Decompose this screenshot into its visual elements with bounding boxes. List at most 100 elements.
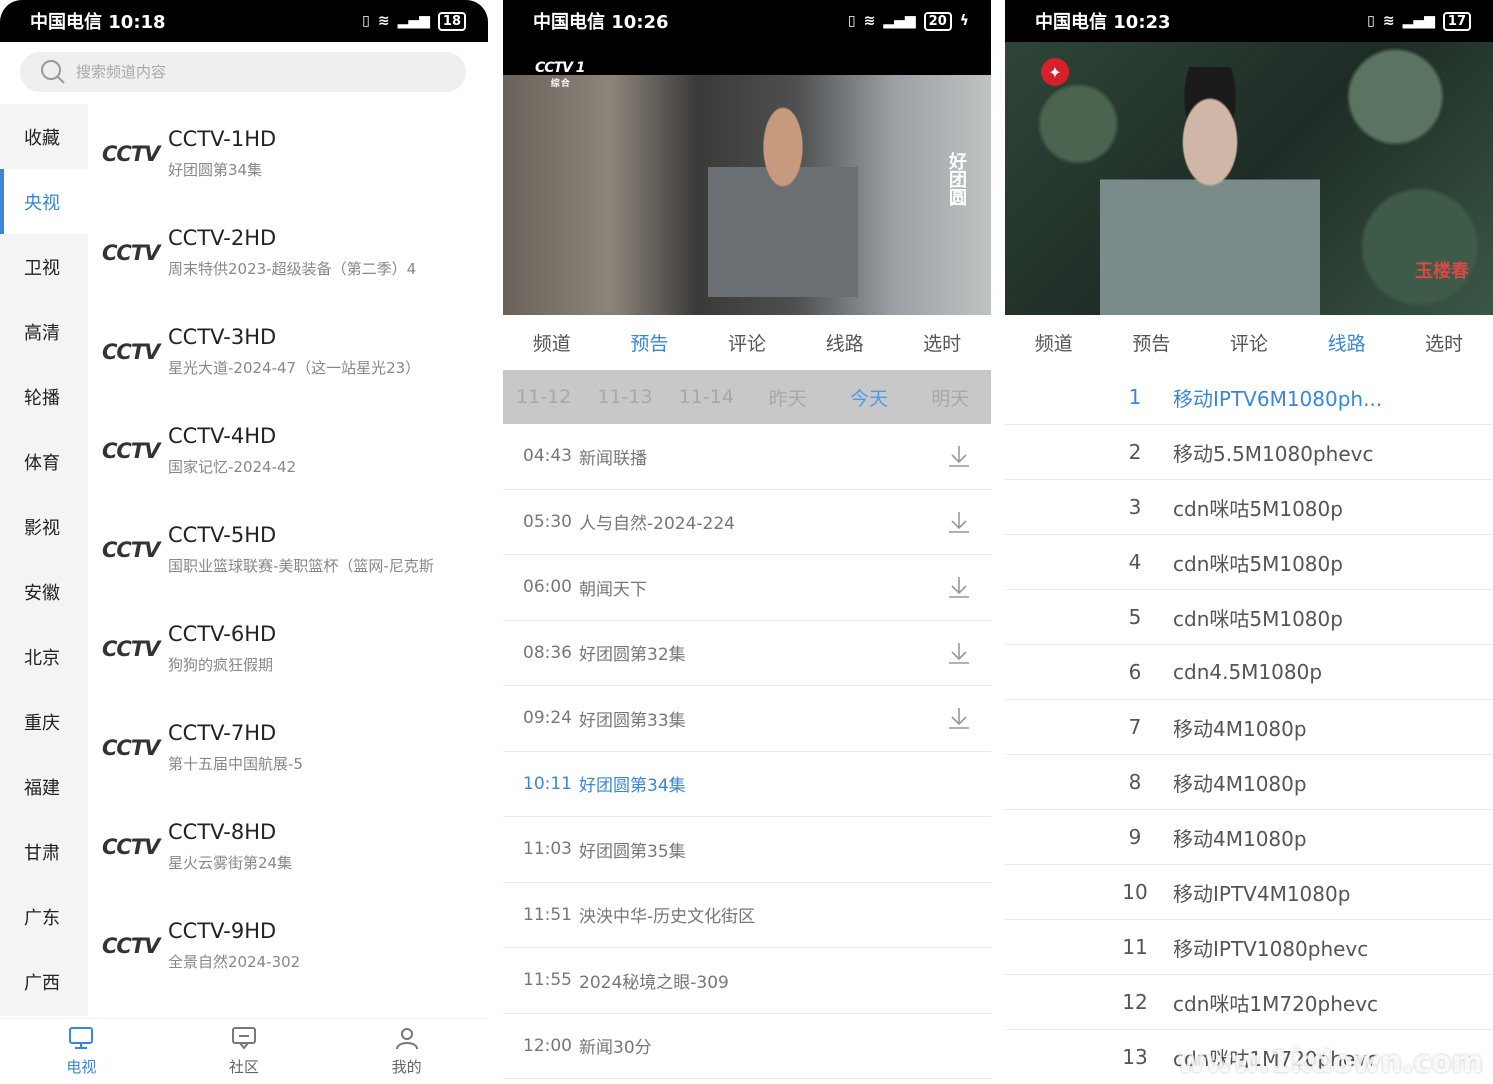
- download-icon[interactable]: [947, 575, 971, 599]
- category-item[interactable]: 广西: [0, 949, 88, 1014]
- epg-title: 好团圆第35集: [579, 841, 686, 862]
- channel-row[interactable]: CCTV CCTV-1HD 好团圆第34集: [88, 104, 488, 203]
- channel-row[interactable]: CCTV CCTV-3HD 星光大道-2024-47（这一站星光23）: [88, 302, 488, 401]
- channel-row[interactable]: CCTV CCTV-4HD 国家记忆-2024-42: [88, 401, 488, 500]
- tab-item[interactable]: 选时: [893, 315, 991, 370]
- download-icon[interactable]: [947, 706, 971, 730]
- tab-item[interactable]: 频道: [1005, 315, 1103, 370]
- line-row[interactable]: 9 移动4M1080p: [1005, 810, 1493, 865]
- line-row[interactable]: 3 cdn咪咕5M1080p: [1005, 480, 1493, 535]
- category-item[interactable]: 影视: [0, 494, 88, 559]
- epg-row[interactable]: 11:55 2024秘境之眼-309: [503, 948, 991, 1014]
- epg-row[interactable]: 06:00 朝闻天下: [503, 555, 991, 621]
- epg-time: 11:03: [523, 839, 572, 860]
- nav-label: 电视: [66, 1058, 97, 1076]
- video-player[interactable]: ✦ 玉楼春: [1005, 42, 1493, 315]
- line-row[interactable]: 10 移动IPTV4M1080p: [1005, 865, 1493, 920]
- download-icon[interactable]: [947, 510, 971, 534]
- channel-row[interactable]: CCTV CCTV-7HD 第十五届中国航展-5: [88, 698, 488, 797]
- search-bar[interactable]: [20, 52, 466, 92]
- channel-row[interactable]: CCTV CCTV-6HD 狗狗的疯狂假期: [88, 599, 488, 698]
- search-input[interactable]: [76, 63, 416, 81]
- nav-item-chat[interactable]: 社区: [163, 1019, 326, 1084]
- line-row[interactable]: 1 移动IPTV6M1080ph...: [1005, 370, 1493, 425]
- category-item[interactable]: 重庆: [0, 689, 88, 754]
- line-row[interactable]: 6 cdn4.5M1080p: [1005, 645, 1493, 700]
- vibrate-icon: ▯: [362, 13, 370, 29]
- channel-text: CCTV-6HD 狗狗的疯狂假期: [168, 622, 468, 675]
- epg-row[interactable]: 11:51 泱泱中华-历史文化街区: [503, 883, 991, 948]
- epg-time: 06:00: [523, 577, 572, 598]
- date-strip: 11-12 11-13 11-14 昨天 今天 明天: [503, 370, 991, 424]
- category-item[interactable]: 卫视: [0, 234, 88, 299]
- tab-item[interactable]: 频道: [503, 315, 601, 370]
- line-row[interactable]: 5 cdn咪咕5M1080p: [1005, 590, 1493, 645]
- category-item[interactable]: 高清: [0, 299, 88, 364]
- tab-item[interactable]: 预告: [1103, 315, 1201, 370]
- source-lines-screen: 中国电信 10:23 ▯ ≋ ▂▄▆ 17 ✦ 玉楼春 频道 预告 评论 线路 选时 1…: [1005, 0, 1493, 1084]
- tab-item[interactable]: 预告: [601, 315, 699, 370]
- epg-row[interactable]: 12:00 新闻30分: [503, 1014, 991, 1079]
- channel-name: CCTV-6HD: [168, 622, 277, 646]
- channel-mark-text: CCTV 1: [535, 60, 586, 76]
- line-row[interactable]: 11 移动IPTV1080phevc: [1005, 920, 1493, 975]
- player-tabs: 频道 预告 评论 线路 选时: [1005, 315, 1493, 370]
- line-number: 8: [1128, 770, 1142, 794]
- category-item[interactable]: 广东: [0, 884, 88, 949]
- epg-time: 10:11: [523, 773, 572, 794]
- status-bar: 中国电信 10:26 ▯ ≋ ▂▄▆ 20 ϟ: [503, 0, 991, 42]
- cctv-logo: CCTV: [102, 240, 160, 265]
- line-row[interactable]: 7 移动4M1080p: [1005, 700, 1493, 755]
- nav-item-user[interactable]: 我的: [325, 1019, 488, 1084]
- player-tabs: 频道 预告 评论 线路 选时: [503, 315, 991, 370]
- battery-icon: 18: [437, 11, 466, 31]
- line-name: cdn4.5M1080p: [1173, 660, 1323, 684]
- cctv-logo: CCTV: [102, 141, 160, 166]
- cctv-logo: CCTV: [102, 537, 160, 562]
- download-icon[interactable]: [947, 444, 971, 468]
- category-item[interactable]: 福建: [0, 754, 88, 819]
- line-name: cdn咪咕5M1080p: [1173, 551, 1343, 576]
- category-item[interactable]: 甘肃: [0, 819, 88, 884]
- date-item[interactable]: 11-13: [584, 386, 665, 408]
- date-item[interactable]: 11-12: [503, 386, 584, 408]
- tab-item[interactable]: 线路: [1298, 315, 1396, 370]
- category-item[interactable]: 安徽: [0, 559, 88, 624]
- epg-row[interactable]: 04:43 新闻联播: [503, 424, 991, 490]
- channel-row[interactable]: CCTV CCTV-9HD 全景自然2024-302: [88, 896, 488, 995]
- date-item[interactable]: 11-14: [666, 386, 747, 408]
- category-item[interactable]: 央视: [0, 169, 88, 234]
- line-number: 12: [1122, 990, 1148, 1014]
- epg-row[interactable]: 11:03 好团圆第35集: [503, 817, 991, 883]
- channel-program: 好团圆第34集: [168, 161, 263, 179]
- epg-title: 好团圆第33集: [579, 710, 686, 731]
- category-item[interactable]: 轮播: [0, 364, 88, 429]
- epg-time: 12:00: [523, 1035, 572, 1056]
- date-item[interactable]: 明天: [910, 384, 991, 411]
- date-item[interactable]: 今天: [828, 384, 909, 411]
- channel-row[interactable]: CCTV CCTV-8HD 星火云雾街第24集: [88, 797, 488, 896]
- channel-row[interactable]: CCTV CCTV-2HD 周末特供2023-超级装备（第二季）4: [88, 203, 488, 302]
- video-player[interactable]: CCTV 1 综 合 好团圆: [503, 42, 991, 315]
- tab-item[interactable]: 线路: [796, 315, 894, 370]
- line-row[interactable]: 2 移动5.5M1080phevc: [1005, 425, 1493, 480]
- bottom-nav: 电视 社区 我的: [0, 1018, 488, 1084]
- line-row[interactable]: 12 cdn咪咕1M720phevc: [1005, 975, 1493, 1030]
- category-item[interactable]: 收藏: [0, 104, 88, 169]
- category-item[interactable]: 北京: [0, 624, 88, 689]
- epg-row[interactable]: 08:36 好团圆第32集: [503, 621, 991, 686]
- nav-item-tv[interactable]: 电视: [0, 1019, 163, 1084]
- download-icon[interactable]: [947, 641, 971, 665]
- epg-row[interactable]: 09:24 好团圆第33集: [503, 686, 991, 752]
- date-item[interactable]: 昨天: [747, 384, 828, 411]
- line-row[interactable]: 8 移动4M1080p: [1005, 755, 1493, 810]
- tab-item[interactable]: 选时: [1395, 315, 1493, 370]
- cctv-logo: CCTV: [102, 438, 160, 463]
- category-item[interactable]: 体育: [0, 429, 88, 494]
- channel-row[interactable]: CCTV CCTV-5HD 国职业篮球联赛-美职篮杯（篮网-尼克斯: [88, 500, 488, 599]
- tab-item[interactable]: 评论: [1200, 315, 1298, 370]
- epg-row[interactable]: 10:11 好团圆第34集: [503, 752, 991, 817]
- tab-item[interactable]: 评论: [698, 315, 796, 370]
- epg-row[interactable]: 05:30 人与自然-2024-224: [503, 490, 991, 555]
- line-row[interactable]: 4 cdn咪咕5M1080p: [1005, 535, 1493, 590]
